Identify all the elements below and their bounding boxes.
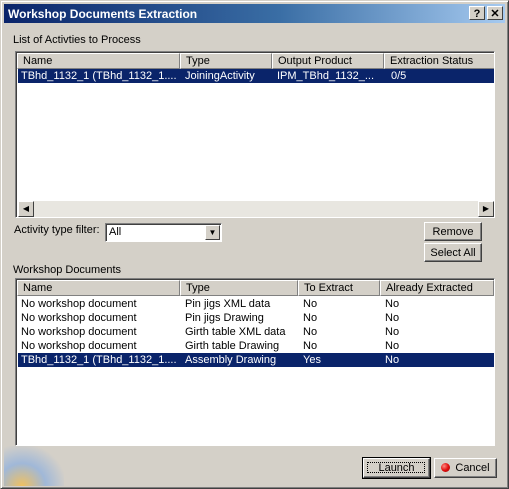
documents-group-label: Workshop Documents (13, 264, 122, 276)
decorative-glow (4, 446, 64, 486)
activities-col-type[interactable]: Type (180, 53, 272, 69)
cancel-button-label: Cancel (455, 462, 490, 474)
document-type: Girth table XML data (185, 326, 286, 338)
document-already-extracted: No (385, 340, 400, 352)
document-type: Pin jigs XML data (185, 298, 271, 310)
documents-col-type[interactable]: Type (180, 280, 298, 296)
document-name: No workshop document (21, 312, 137, 324)
document-already-extracted: No (385, 312, 400, 324)
document-name: No workshop document (21, 326, 137, 338)
activities-col-output-product[interactable]: Output Product (272, 53, 384, 69)
chevron-down-icon[interactable]: ▼ (205, 225, 220, 240)
activities-header: Name Type Output Product Extraction Stat… (17, 53, 494, 69)
launch-button[interactable]: Launch (362, 457, 431, 479)
document-row-selected[interactable]: TBhd_1132_1 (TBhd_1132_1.... Assembly Dr… (18, 353, 494, 367)
activity-type-filter-select[interactable]: All ▼ (105, 223, 222, 242)
document-type: Assembly Drawing (185, 354, 277, 366)
dialog-window: Workshop Documents Extraction ? ✕ List o… (0, 0, 509, 489)
document-already-extracted: No (385, 298, 400, 310)
document-type: Girth table Drawing (185, 340, 280, 352)
filter-value: All (109, 226, 122, 238)
filter-label: Activity type filter: (14, 224, 100, 236)
document-already-extracted: No (385, 326, 400, 338)
activities-col-extraction-status[interactable]: Extraction Status (384, 53, 494, 69)
document-to-extract: No (303, 298, 318, 310)
document-type: Pin jigs Drawing (185, 312, 264, 324)
activity-type: JoiningActivity (185, 70, 255, 82)
scroll-right-icon[interactable]: ▶ (478, 201, 494, 217)
documents-col-name[interactable]: Name (17, 280, 180, 296)
document-name: TBhd_1132_1 (TBhd_1132_1.... (21, 354, 177, 366)
documents-col-already-extracted[interactable]: Already Extracted (380, 280, 494, 296)
help-button[interactable]: ? (469, 6, 485, 20)
document-name: No workshop document (21, 298, 137, 310)
documents-col-to-extract[interactable]: To Extract (298, 280, 380, 296)
document-row[interactable]: No workshop document Girth table Drawing… (18, 339, 494, 353)
document-already-extracted: No (385, 354, 400, 366)
cancel-button[interactable]: Cancel (434, 458, 497, 478)
documents-list[interactable]: Name Type To Extract Already Extracted N… (15, 278, 495, 446)
document-row[interactable]: No workshop document Pin jigs XML data N… (18, 297, 494, 311)
close-button[interactable]: ✕ (487, 6, 503, 20)
select-all-button[interactable]: Select All (424, 243, 482, 262)
select-all-button-label: Select All (430, 247, 476, 259)
cancel-button-content: Cancel (441, 462, 490, 474)
activities-list[interactable]: Name Type Output Product Extraction Stat… (15, 51, 495, 218)
document-to-extract: Yes (303, 354, 321, 366)
document-to-extract: No (303, 312, 318, 324)
documents-header: Name Type To Extract Already Extracted (17, 280, 494, 296)
remove-button[interactable]: Remove (424, 222, 482, 241)
activity-extraction-status: 0/5 (391, 70, 407, 82)
activities-hscrollbar[interactable]: ◀ ▶ (18, 201, 494, 217)
activity-name: TBhd_1132_1 (TBhd_1132_1.... (21, 70, 177, 82)
title-bar[interactable]: Workshop Documents Extraction ? ✕ (4, 4, 505, 23)
document-to-extract: No (303, 340, 318, 352)
document-row[interactable]: No workshop document Girth table XML dat… (18, 325, 494, 339)
document-row[interactable]: No workshop document Pin jigs Drawing No… (18, 311, 494, 325)
launch-button-label: Launch (378, 462, 415, 474)
scroll-left-icon[interactable]: ◀ (18, 201, 34, 217)
document-to-extract: No (303, 326, 318, 338)
activity-output-product: IPM_TBhd_1132_... (277, 70, 375, 82)
window-title: Workshop Documents Extraction (8, 7, 198, 21)
remove-button-label: Remove (432, 226, 474, 238)
activities-group-label: List of Activties to Process (13, 34, 141, 46)
activities-col-name[interactable]: Name (17, 53, 180, 69)
activity-row[interactable]: TBhd_1132_1 (TBhd_1132_1.... JoiningActi… (18, 69, 494, 83)
cancel-icon (441, 463, 451, 472)
document-name: No workshop document (21, 340, 137, 352)
